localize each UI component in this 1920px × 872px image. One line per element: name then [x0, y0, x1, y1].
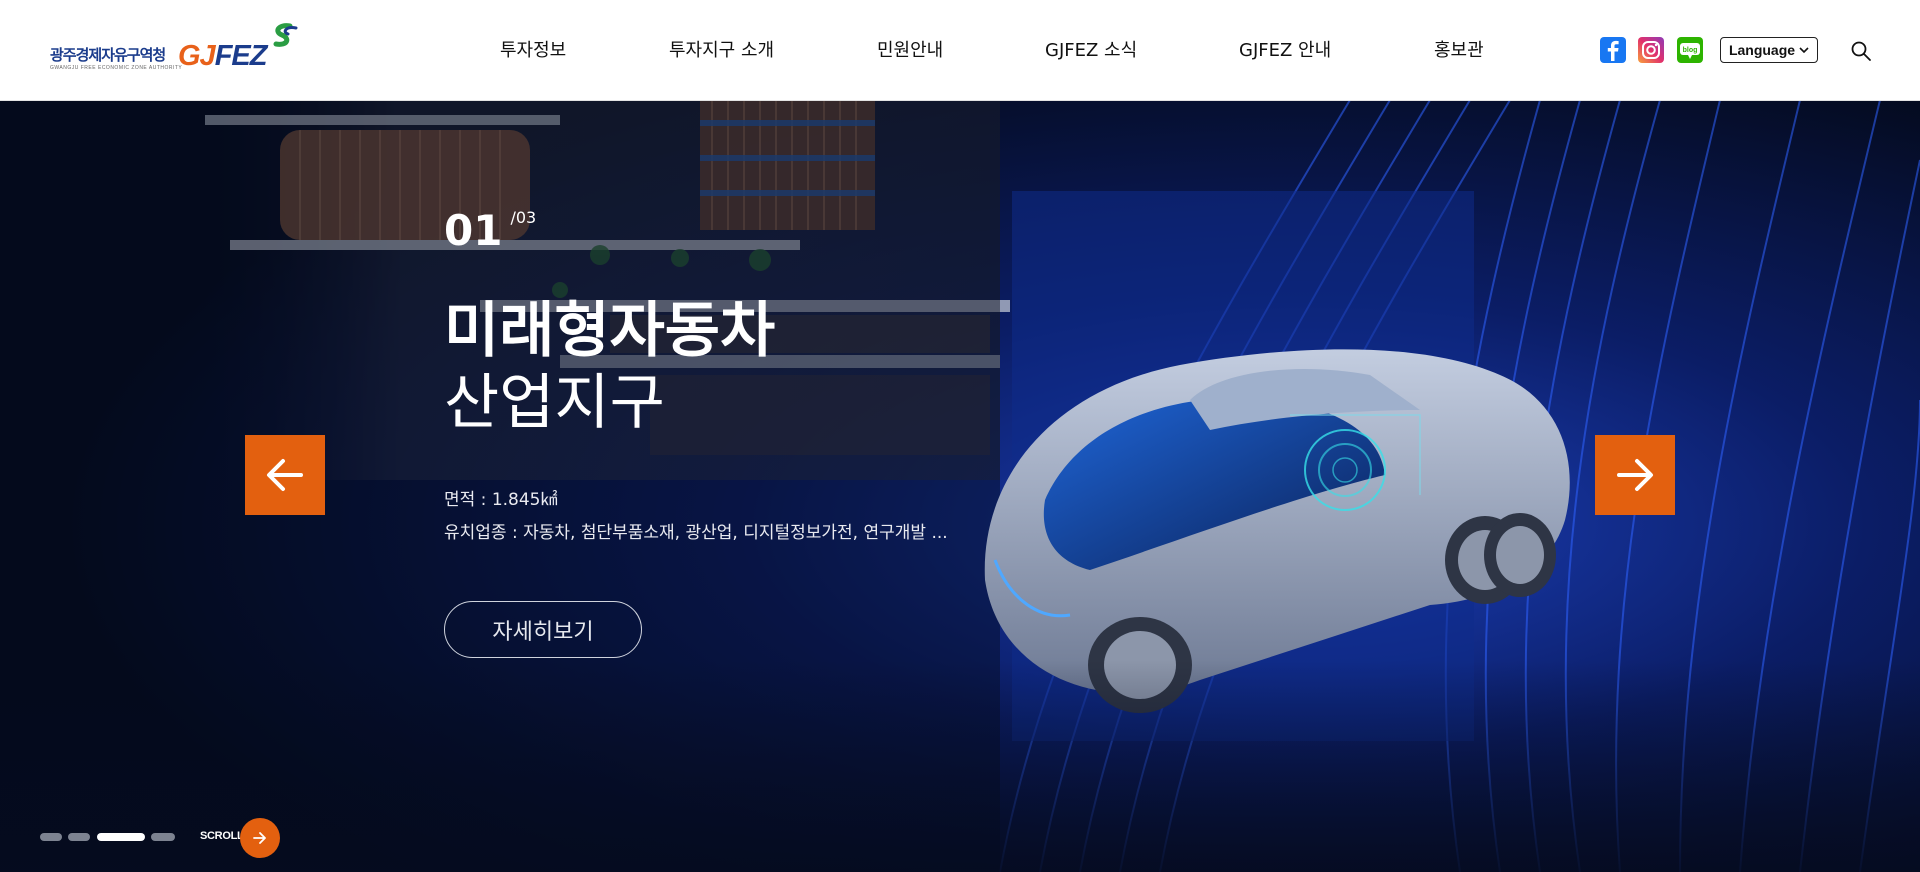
- blog-glyph: blog: [1680, 43, 1700, 59]
- slide-total-number: /03: [510, 208, 537, 227]
- language-label: Language: [1728, 42, 1796, 58]
- nav-item-investment-info[interactable]: 투자정보: [500, 36, 566, 62]
- nav-item-promotion[interactable]: 홍보관: [1434, 36, 1484, 62]
- slide-counter: 01/03: [444, 206, 536, 255]
- nav-item-civil-service[interactable]: 민원안내: [877, 36, 943, 62]
- blog-icon-text: blog: [1683, 47, 1698, 54]
- pagination-dot[interactable]: [40, 833, 62, 841]
- nav-item-district-intro[interactable]: 투자지구 소개: [669, 36, 774, 62]
- pagination-dot[interactable]: [68, 833, 90, 841]
- pagination-dot-active[interactable]: [97, 833, 145, 841]
- nav-item-gjfez-news[interactable]: GJFEZ 소식: [1045, 36, 1137, 62]
- search-icon[interactable]: [1850, 40, 1872, 62]
- scroll-down-button[interactable]: [240, 818, 280, 858]
- slide-title-line1: 미래형자동차: [444, 296, 776, 366]
- instagram-glyph: [1642, 41, 1660, 59]
- slide-area-text: 면적 : 1.845㎢: [444, 490, 558, 510]
- arrow-right-icon: [253, 832, 266, 844]
- slide-current-number: 01: [444, 206, 503, 255]
- instagram-icon[interactable]: [1638, 37, 1664, 63]
- facebook-icon[interactable]: [1600, 37, 1626, 63]
- language-select-button[interactable]: Language: [1720, 37, 1818, 63]
- blog-icon[interactable]: blog: [1677, 37, 1703, 63]
- slide-title-line2: 산업지구: [444, 368, 665, 438]
- slide-info: 면적 : 1.845㎢ 유치업종 : 자동차, 첨단부품소재, 광산업, 디지털…: [444, 484, 948, 550]
- view-details-button[interactable]: 자세히보기: [444, 601, 642, 658]
- scroll-label: SCROLL: [200, 830, 244, 842]
- nav-item-gjfez-about[interactable]: GJFEZ 안내: [1239, 36, 1331, 62]
- site-header: 광주경제자유구역청 GWANGJU FREE ECONOMIC ZONE AUT…: [0, 0, 1920, 101]
- slide-industries-text: 유치업종 : 자동차, 첨단부품소재, 광산업, 디지털정보가전, 연구개발 .…: [444, 523, 948, 543]
- main-nav: 투자정보 투자지구 소개 민원안내 GJFEZ 소식 GJFEZ 안내 홍보관: [0, 0, 1920, 100]
- slide-title: 미래형자동차 산업지구: [444, 295, 775, 439]
- arrow-left-icon: [267, 459, 303, 491]
- hero-slider: 01/03 미래형자동차 산업지구 면적 : 1.845㎢ 유치업종 : 자동차…: [0, 100, 1920, 872]
- slide-next-button[interactable]: [1595, 435, 1675, 515]
- chevron-down-icon: [1799, 47, 1809, 54]
- facebook-glyph: [1607, 40, 1619, 61]
- arrow-right-icon: [1617, 459, 1653, 491]
- slide-prev-button[interactable]: [245, 435, 325, 515]
- pagination-dot[interactable]: [151, 833, 175, 841]
